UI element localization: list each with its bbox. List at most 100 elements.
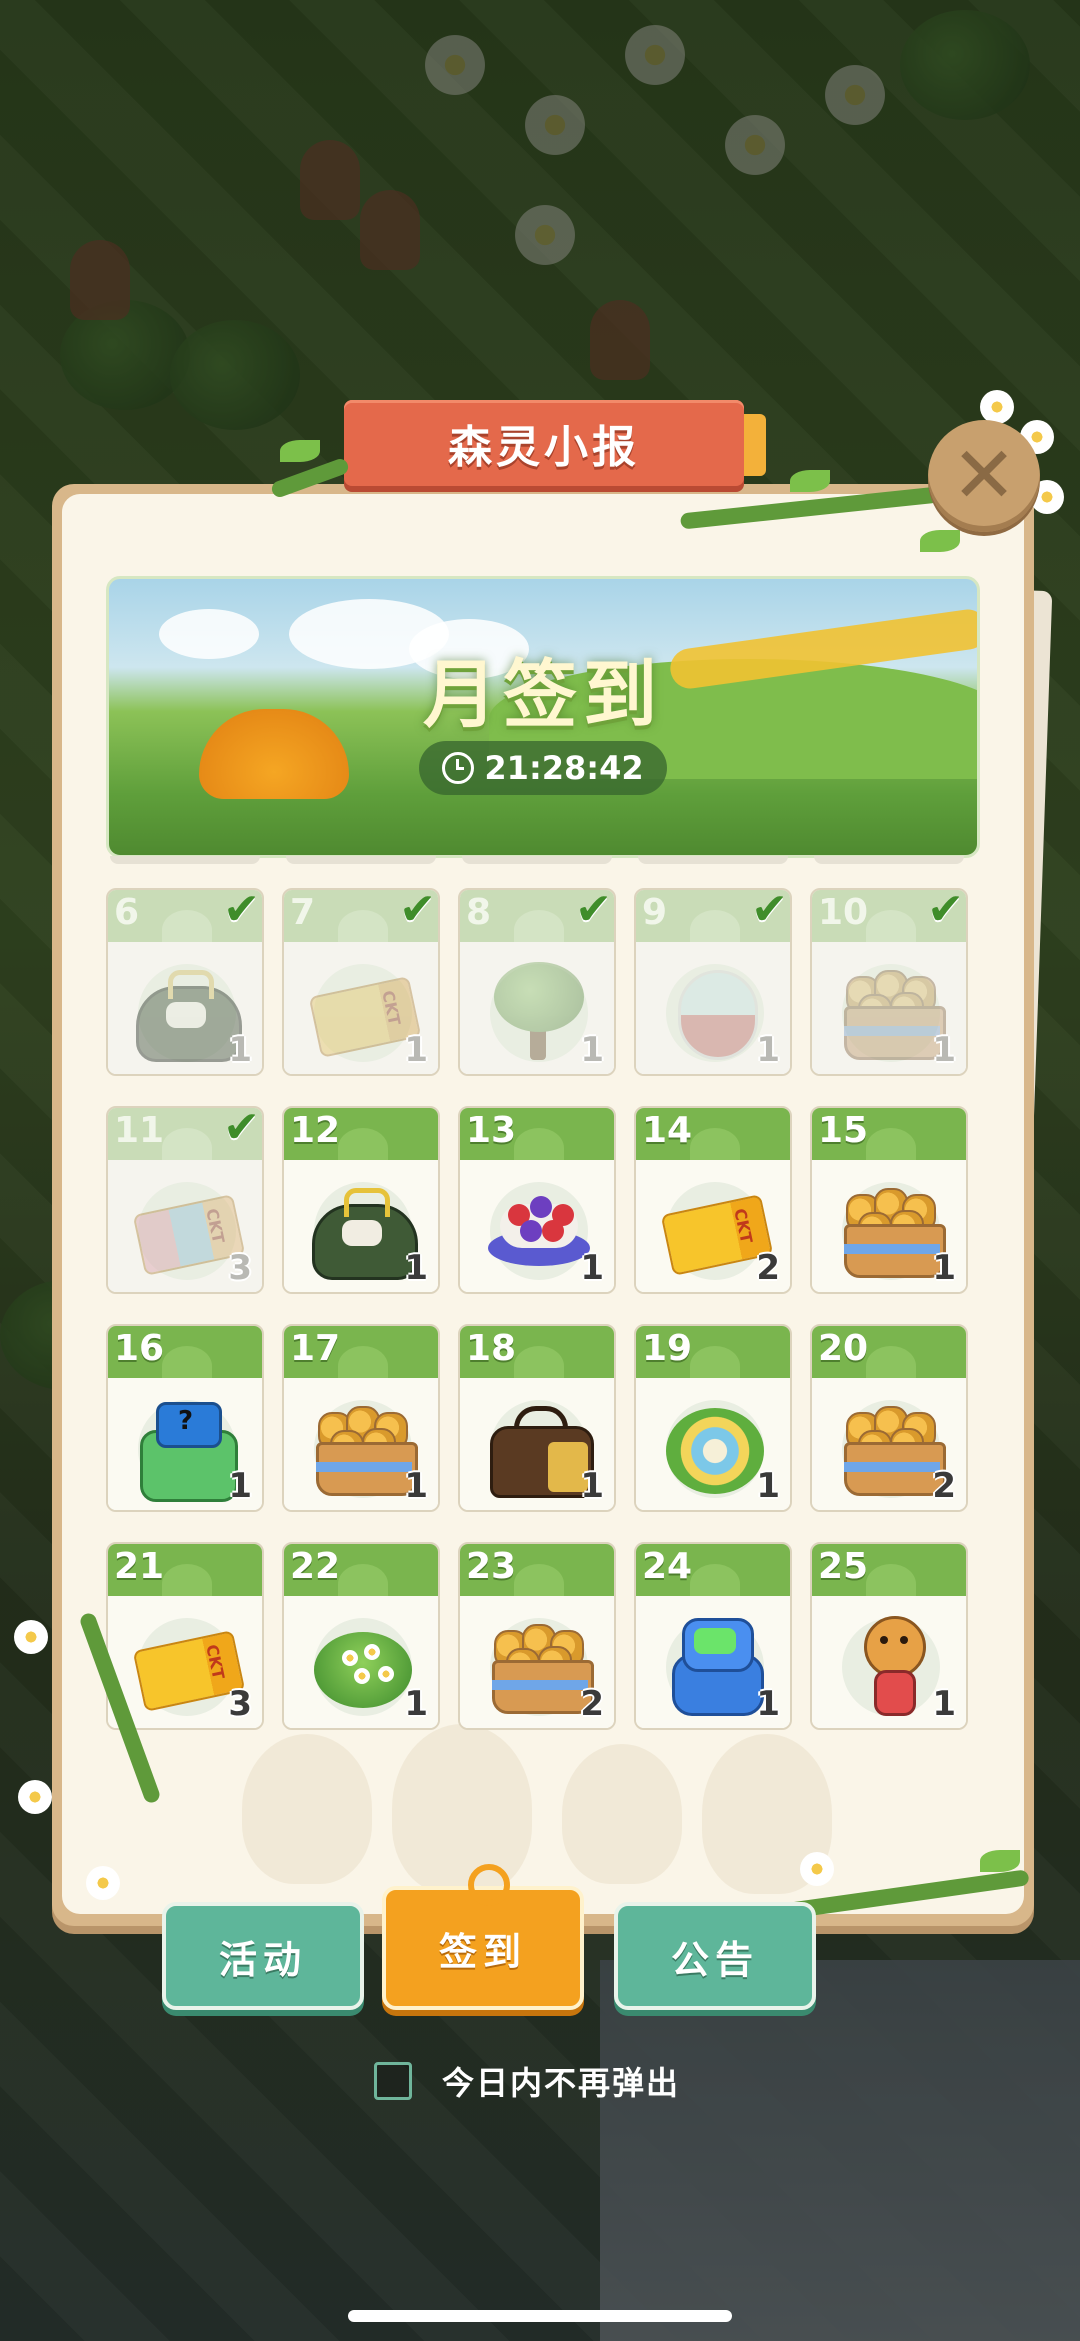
dont-show-checkbox[interactable] [374,2062,412,2100]
reward-card-day-16[interactable]: 16? 1 [106,1324,264,1512]
reward-quantity: 1 [580,1248,604,1288]
berry-cake-icon [484,1174,594,1284]
day-number: 15 [818,1110,869,1151]
blossom-decoration [86,1866,120,1900]
monthly-checkin-title: 月签到 [423,652,663,738]
reward-quantity: 1 [580,1466,604,1506]
countdown-timer: 21:28:42 [419,741,667,795]
reward-quantity: 1 [580,1030,604,1070]
clock-icon [442,752,475,784]
reward-quantity: 1 [756,1684,780,1724]
reward-card-day-6[interactable]: 6 1 ✔ [106,888,264,1076]
dont-show-today-row[interactable]: 今日内不再弹出 [374,2058,680,2104]
leaf-decoration [280,440,320,462]
day-number: 10 [818,892,869,933]
leaf-decoration [920,530,960,552]
home-indicator[interactable] [348,2310,732,2322]
day-number: 18 [466,1328,517,1369]
tree-icon [484,956,594,1066]
claimed-check-icon: ✔ [223,1106,260,1153]
reward-quantity: 1 [404,1248,428,1288]
day-number: 19 [642,1328,693,1369]
claimed-check-icon: ✔ [399,888,436,935]
dont-show-label: 今日内不再弹出 [442,2064,681,2102]
flower-bush-icon [308,1610,418,1720]
day-number: 16 [114,1328,165,1369]
reward-card-day-17[interactable]: 17 1 [282,1324,440,1512]
close-x-icon: ✕ [951,431,1017,521]
reward-card-day-21[interactable]: 21 3 [106,1542,264,1730]
reward-card-day-20[interactable]: 20 2 [810,1324,968,1512]
day-number: 24 [642,1546,693,1587]
reward-card-day-25[interactable]: 25 1 [810,1542,968,1730]
reward-quantity: 1 [228,1030,252,1070]
day-number: 13 [466,1110,517,1151]
panel-title-banner: 森灵小报 [344,400,766,486]
ticket-icon [132,1610,246,1720]
giraffe-doll-icon [836,1610,946,1720]
day-number: 22 [290,1546,341,1587]
reward-quantity: 1 [404,1030,428,1070]
claimed-check-icon: ✔ [927,888,964,935]
reward-quantity: 1 [932,1684,956,1724]
tab-checkin[interactable]: 签到 [382,1864,584,2010]
reward-quantity: 1 [932,1248,956,1288]
bouquet-icon [660,1392,770,1502]
blossom-decoration [980,390,1014,424]
handbag-icon [484,1392,594,1502]
giraffe-basket-icon [484,1610,594,1720]
tab-activity[interactable]: 活动 [162,1902,364,2010]
giraffe-basket-icon [836,1174,946,1284]
reward-card-day-15[interactable]: 15 1 [810,1106,968,1294]
claimed-check-icon: ✔ [223,888,260,935]
leaf-decoration [790,470,830,492]
reward-card-day-8[interactable]: 8 1 ✔ [458,888,616,1076]
reward-card-day-22[interactable]: 22 1 [282,1542,440,1730]
day-number: 20 [818,1328,869,1369]
reward-card-day-9[interactable]: 9 1 ✔ [634,888,792,1076]
reward-quantity: 2 [932,1466,956,1506]
reward-card-day-23[interactable]: 23 2 [458,1542,616,1730]
day-number: 7 [290,892,316,933]
reward-card-day-12[interactable]: 12 1 [282,1106,440,1294]
capsule-icon [660,956,770,1066]
countdown-value: 21:28:42 [484,749,644,787]
reward-card-day-19[interactable]: 19 1 [634,1324,792,1512]
ticket-icon [308,956,422,1066]
previous-row-edge [106,856,974,864]
purse-icon [308,1174,418,1284]
close-button[interactable]: ✕ [928,420,1040,532]
reward-card-day-11[interactable]: 11 3 ✔ [106,1106,264,1294]
claimed-check-icon: ✔ [575,888,612,935]
giraffe-basket-icon [308,1392,418,1502]
reward-quantity: 2 [580,1684,604,1724]
day-number: 12 [290,1110,341,1151]
claimed-check-icon: ✔ [751,888,788,935]
colorful-ticket-icon [132,1174,246,1284]
day-number: 14 [642,1110,693,1151]
tab-notice[interactable]: 公告 [614,1902,816,2010]
reward-card-day-10[interactable]: 10 1 ✔ [810,888,968,1076]
giraffe-basket-icon [836,956,946,1066]
reward-quantity: 3 [228,1684,252,1724]
reward-quantity: 1 [404,1466,428,1506]
reward-card-day-24[interactable]: 24 1 [634,1542,792,1730]
giraffe-basket-icon [836,1392,946,1502]
day-number: 9 [642,892,668,933]
day-number: 6 [114,892,140,933]
reward-quantity: 3 [228,1248,252,1288]
reward-quantity: 1 [932,1030,956,1070]
ticket-icon [660,1174,774,1284]
reward-card-day-14[interactable]: 14 2 [634,1106,792,1294]
reward-quantity: 1 [228,1466,252,1506]
day-number: 25 [818,1546,869,1587]
reward-card-day-13[interactable]: 13 1 [458,1106,616,1294]
reward-card-day-18[interactable]: 18 1 [458,1324,616,1512]
panel-title: 森灵小报 [448,422,640,473]
reward-quantity: 1 [756,1030,780,1070]
monthly-checkin-banner: 月签到 21:28:42 [106,576,980,858]
reward-card-day-7[interactable]: 7 1 ✔ [282,888,440,1076]
day-number: 17 [290,1328,341,1369]
blossom-decoration [18,1780,52,1814]
day-number: 21 [114,1546,165,1587]
